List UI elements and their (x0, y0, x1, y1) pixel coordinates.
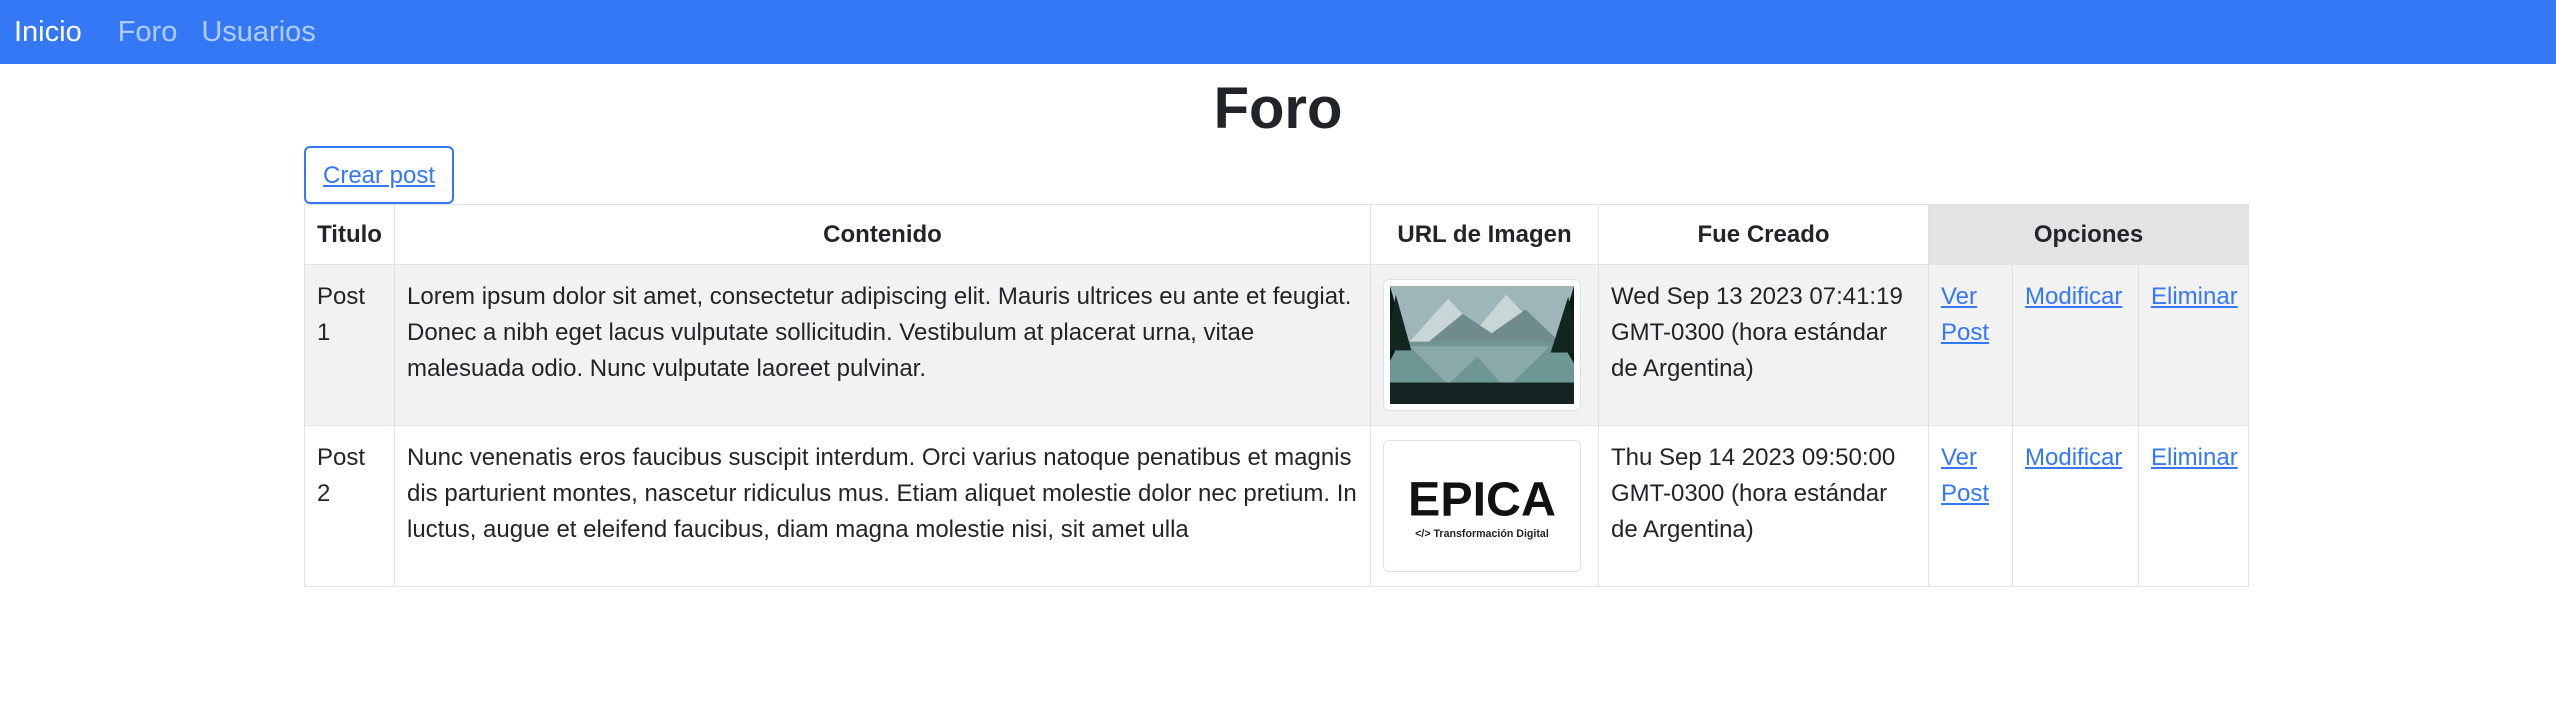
header-opciones: Opciones (1927, 204, 2250, 265)
epica-logo-image: EPICA </> Transformación Digital (1390, 447, 1574, 565)
nav-link-foro[interactable]: Foro (118, 16, 178, 49)
top-navbar: Inicio Foro Usuarios (0, 0, 2556, 64)
edit-post-link[interactable]: Modificar (2025, 444, 2122, 471)
posts-container: Crear post Titulo Contenido URL de Image… (304, 146, 2250, 587)
post-title: Post 1 (304, 264, 395, 426)
page-title: Foro (1213, 76, 1343, 141)
post-created: Wed Sep 13 2023 07:41:19 GMT-0300 (hora … (1598, 264, 1929, 426)
post-image-epica-logo: EPICA </> Transformación Digital (1383, 440, 1581, 572)
table-row: Post 2 Nunc venenatis eros faucibus susc… (304, 425, 2250, 587)
view-post-link[interactable]: Ver Post (1941, 283, 1989, 346)
post-image-cell: EPICA </> Transformación Digital (1370, 425, 1599, 587)
post-created: Thu Sep 14 2023 09:50:00 GMT-0300 (hora … (1598, 425, 1929, 587)
table-header-row: Titulo Contenido URL de Imagen Fue Cread… (304, 204, 2250, 265)
header-titulo: Titulo (304, 204, 395, 265)
post-content: Nunc venenatis eros faucibus suscipit in… (394, 425, 1371, 587)
edit-post-link[interactable]: Modificar (2025, 283, 2122, 310)
post-content: Lorem ipsum dolor sit amet, consectetur … (394, 264, 1371, 426)
lake-landscape-image (1390, 286, 1574, 404)
header-contenido: Contenido (394, 204, 1371, 265)
create-post-button[interactable]: Crear post (304, 146, 455, 204)
header-url-imagen: URL de Imagen (1370, 204, 1599, 265)
post-image-cell (1370, 264, 1599, 426)
post-image-lake (1383, 279, 1581, 411)
logo-text: EPICA (1408, 473, 1556, 527)
header-fue-creado: Fue Creado (1598, 204, 1929, 265)
posts-table: Titulo Contenido URL de Imagen Fue Cread… (304, 204, 2250, 587)
post-title: Post 2 (304, 425, 395, 587)
logo-subtext: </> Transformación Digital (1415, 528, 1549, 540)
view-post-link[interactable]: Ver Post (1941, 444, 1989, 507)
table-row: Post 1 Lorem ipsum dolor sit amet, conse… (304, 264, 2250, 426)
nav-link-usuarios[interactable]: Usuarios (201, 16, 315, 49)
delete-post-link[interactable]: Eliminar (2151, 444, 2238, 471)
nav-brand-inicio[interactable]: Inicio (14, 16, 82, 49)
delete-post-link[interactable]: Eliminar (2151, 283, 2238, 310)
